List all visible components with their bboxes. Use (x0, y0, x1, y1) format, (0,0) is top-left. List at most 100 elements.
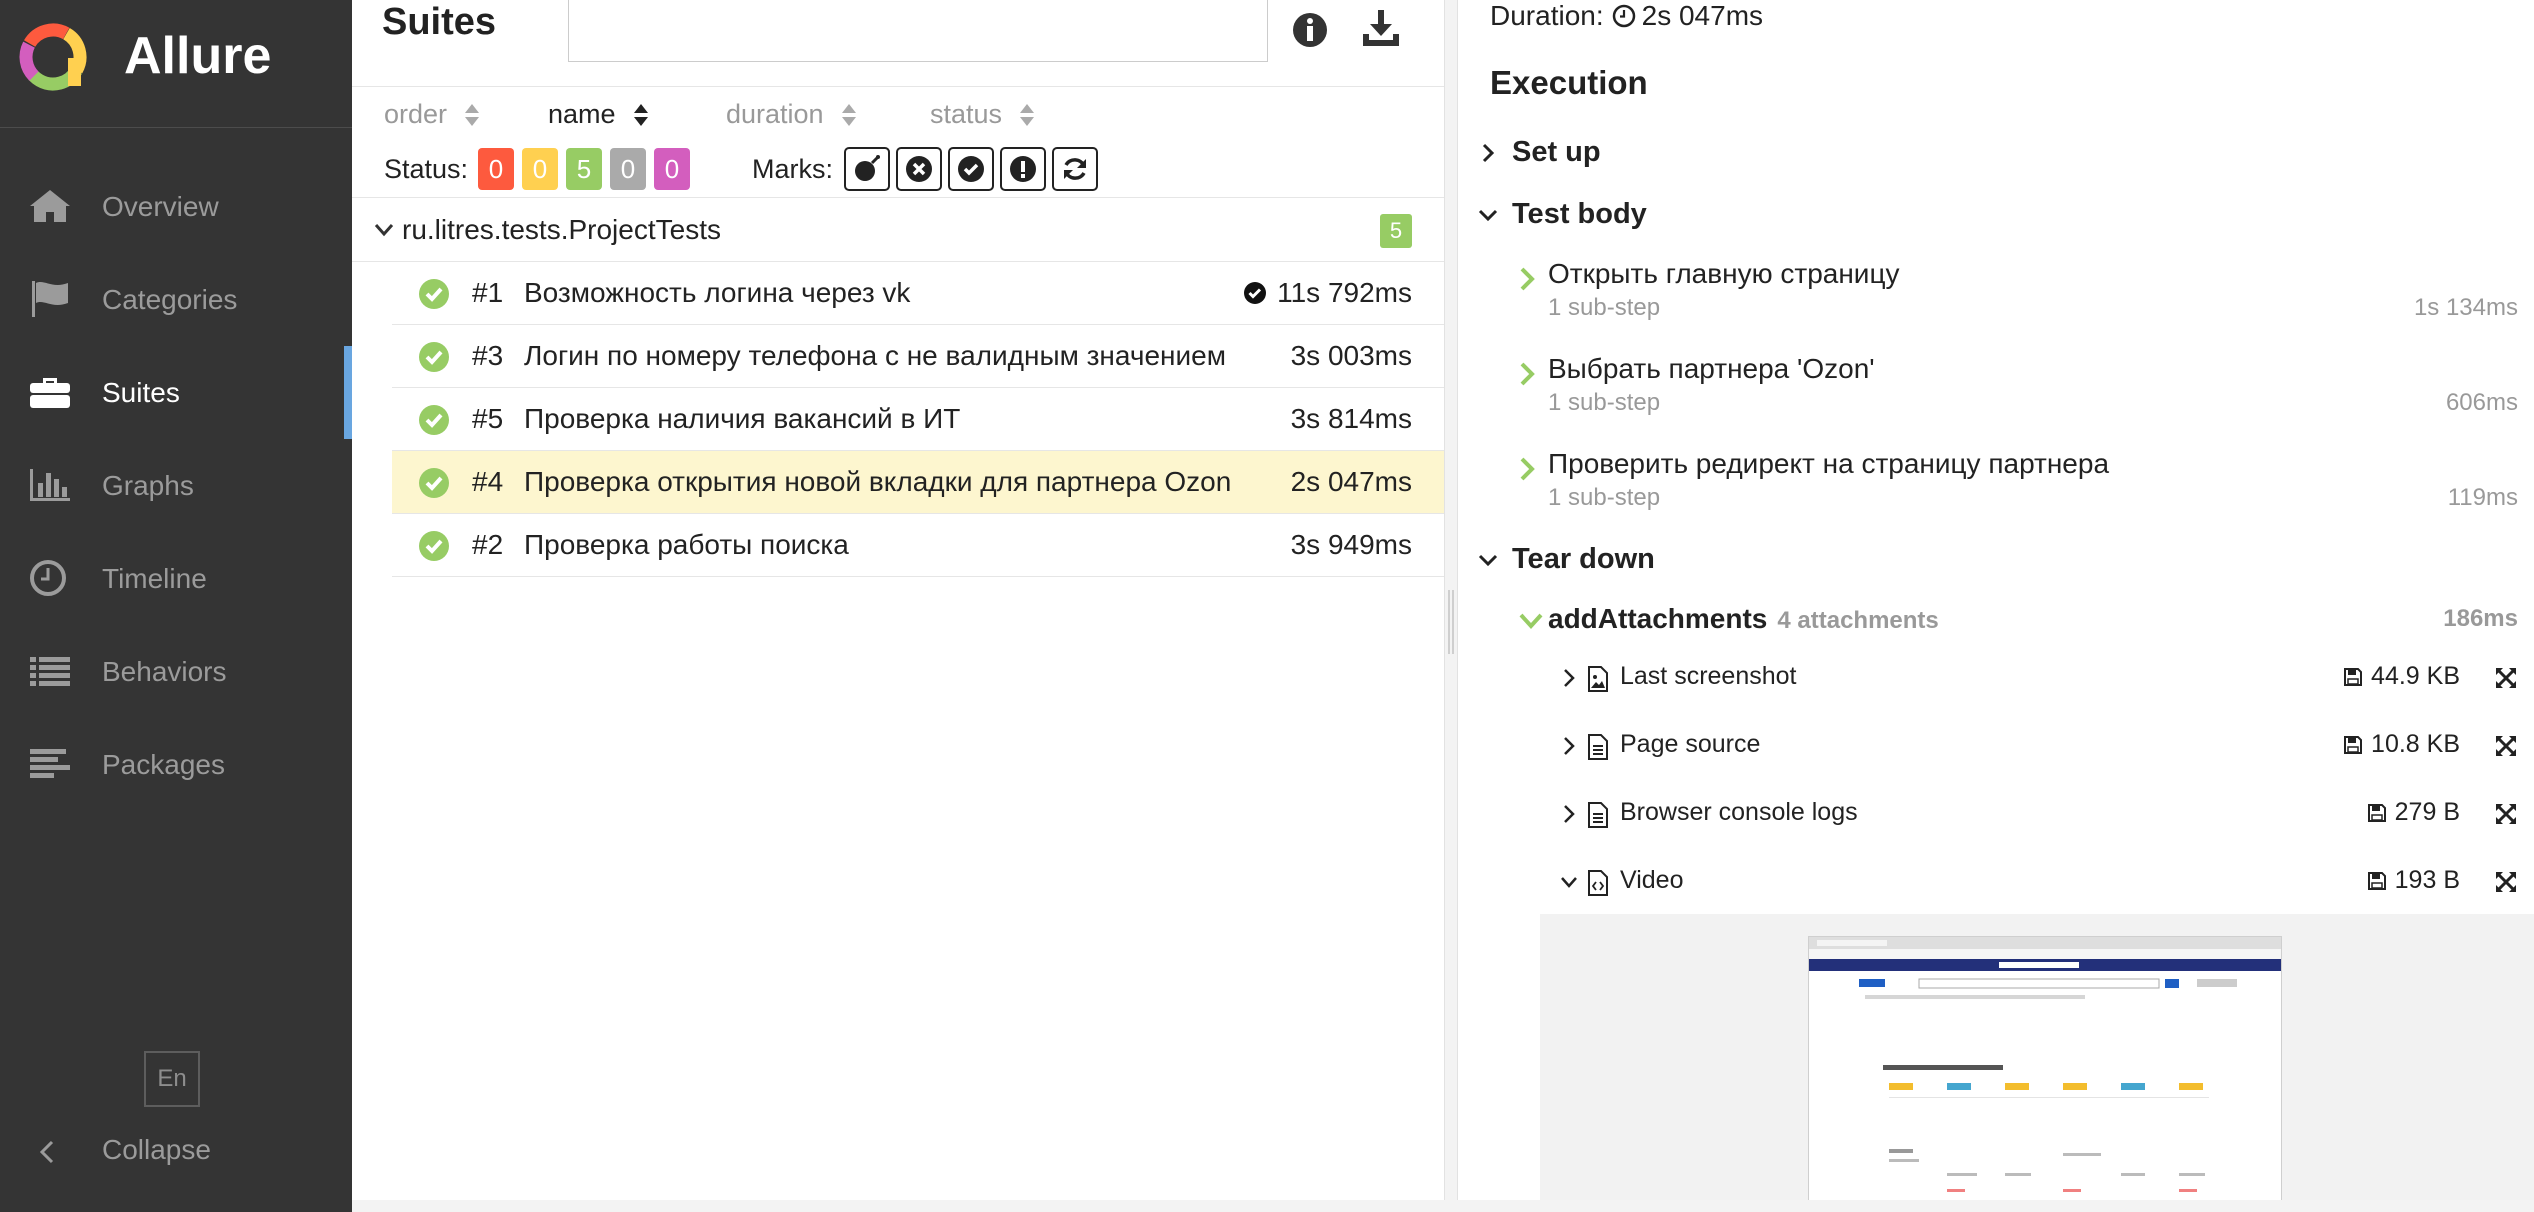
chevron-right-icon (1564, 805, 1575, 823)
text-file-icon (1588, 802, 1608, 828)
attachment-row[interactable]: Page source 10.8 KB (1560, 726, 2518, 770)
status-filter-unknown[interactable]: 0 (654, 148, 690, 190)
sidebar-item-overview[interactable]: Overview (0, 160, 352, 253)
test-name: Возможность логина через vk (524, 277, 911, 308)
attachment-row[interactable]: Last screenshot 44.9 KB (1560, 658, 2518, 702)
step-duration: 119ms (2447, 484, 2518, 511)
expand-icon[interactable] (2494, 870, 2518, 894)
test-row[interactable]: #5 Проверка наличия вакансий в ИТ 3s 814… (392, 388, 1444, 451)
save-icon (2344, 735, 2363, 754)
attachment-name: Browser console logs (1620, 798, 1858, 826)
suite-group-row[interactable]: ru.litres.tests.ProjectTests 5 (352, 200, 1444, 262)
sort-name[interactable]: name (548, 99, 650, 130)
step-name: Проверить редирект на страницу партнера (1548, 448, 2110, 479)
chevron-right-icon (1520, 457, 1535, 481)
sort-status[interactable]: status (930, 99, 1036, 130)
chevron-right-icon (1520, 267, 1535, 291)
search-input[interactable] (568, 0, 1268, 62)
attachment-size: 193 B (2394, 866, 2460, 894)
sidebar-item-label: Suites (102, 376, 180, 408)
sidebar-item-label: Packages (102, 748, 225, 780)
sidebar-item-label: Timeline (102, 562, 207, 594)
status-filter-broken[interactable]: 0 (522, 148, 558, 190)
execution-title: Execution (1490, 64, 1648, 101)
clock-icon (1612, 4, 1635, 28)
setup-label: Set up (1512, 136, 1601, 168)
mark-flaky[interactable] (844, 147, 890, 191)
attachment-size-wrap: 193 B (2367, 866, 2460, 895)
sidebar-item-timeline[interactable]: Timeline (0, 532, 352, 625)
test-number: #5 (472, 403, 504, 434)
clock-icon (30, 560, 66, 596)
chevron-right-icon (1564, 669, 1575, 687)
duration-value: 2s 047ms (1641, 0, 1764, 31)
test-name: Проверка наличия вакансий в ИТ (524, 403, 961, 434)
test-step[interactable]: Проверить редирект на страницу партнера … (1518, 448, 2518, 534)
sidebar-item-packages[interactable]: Packages (0, 718, 352, 811)
test-duration: 3s 814ms (1290, 403, 1412, 434)
test-duration-wrap: 11s 792ms (1243, 277, 1412, 309)
test-step[interactable]: Открыть главную страницу 1 sub-step 1s 1… (1518, 258, 2518, 344)
attachments-step[interactable]: addAttachments 4 attachments 186ms (1518, 603, 2518, 643)
test-row-selected[interactable]: #4 Проверка открытия новой вкладки для п… (392, 451, 1444, 514)
attachment-size-wrap: 279 B (2367, 798, 2460, 827)
language-button[interactable]: En (144, 1051, 200, 1107)
sidebar-item-graphs[interactable]: Graphs (0, 439, 352, 532)
expand-icon[interactable] (2494, 734, 2518, 758)
mark-new-failed[interactable] (896, 147, 942, 191)
save-icon (2367, 871, 2386, 890)
test-row[interactable]: #1 Возможность логина через vk 11s 792ms (392, 262, 1444, 325)
setup-section[interactable]: Set up (1478, 136, 1601, 169)
attachment-size-wrap: 10.8 KB (2343, 730, 2460, 759)
sidebar-nav: Overview Categories Suites Graphs Timeli… (0, 160, 352, 811)
test-body-section[interactable]: Test body (1478, 198, 1647, 231)
video-player[interactable] (1808, 936, 2282, 1200)
chevron-right-icon (1564, 737, 1575, 755)
times-circle-icon (906, 156, 932, 182)
sort-order-label: order (384, 99, 448, 129)
status-filter-skipped[interactable]: 0 (610, 148, 646, 190)
mark-retries[interactable] (1052, 147, 1098, 191)
test-duration: 2s 047ms (1290, 466, 1412, 497)
test-step[interactable]: Выбрать партнера 'Ozon' 1 sub-step 606ms (1518, 353, 2518, 439)
sidebar-item-categories[interactable]: Categories (0, 253, 352, 346)
attachments-step-duration: 186ms (2443, 605, 2518, 632)
sort-duration-label: duration (726, 99, 824, 129)
test-row[interactable]: #3 Логин по номеру телефона с не валидны… (392, 325, 1444, 388)
status-filter-failed[interactable]: 0 (478, 148, 514, 190)
attachments-count: 4 attachments (1777, 607, 1939, 634)
test-row[interactable]: #2 Проверка работы поиска 3s 949ms (392, 514, 1444, 577)
mark-new-passed[interactable] (948, 147, 994, 191)
passed-status-icon (419, 531, 449, 561)
collapse-button[interactable]: Collapse (0, 1128, 352, 1178)
pane-splitter[interactable] (1444, 0, 1458, 1212)
sidebar-item-behaviors[interactable]: Behaviors (0, 625, 352, 718)
test-duration: 3s 949ms (1290, 529, 1412, 560)
sort-duration[interactable]: duration (726, 99, 858, 130)
attachment-row[interactable]: Browser console logs 279 B (1560, 794, 2518, 838)
info-icon[interactable] (1290, 10, 1330, 50)
sidebar-item-suites[interactable]: Suites (0, 346, 352, 439)
image-file-icon (1588, 666, 1608, 692)
attachments-step-name: addAttachments (1548, 603, 1768, 634)
test-body-label: Test body (1512, 198, 1647, 230)
step-substep-count: 1 sub-step (1548, 389, 1661, 416)
brand[interactable]: Allure (0, 0, 352, 128)
exclamation-circle-icon (1010, 156, 1036, 182)
passed-status-icon (419, 468, 449, 498)
mark-new-broken[interactable] (1000, 147, 1046, 191)
sidebar-item-label: Overview (102, 190, 219, 222)
status-filter-passed[interactable]: 5 (566, 148, 602, 190)
expand-icon[interactable] (2494, 666, 2518, 690)
text-file-icon (1588, 734, 1608, 760)
sidebar-item-label: Graphs (102, 469, 194, 501)
filter-bar: Status: 0 0 5 0 0 Marks: (352, 142, 1444, 198)
sidebar-item-label: Categories (102, 283, 238, 315)
teardown-section[interactable]: Tear down (1478, 543, 1655, 576)
expand-icon[interactable] (2494, 802, 2518, 826)
attachment-row-expanded[interactable]: Video 193 B (1560, 862, 2518, 906)
video-frame-thumbnail (1809, 937, 2281, 1192)
check-circle-icon (1244, 282, 1267, 304)
sort-order[interactable]: order (384, 99, 481, 130)
download-icon[interactable] (1360, 8, 1402, 50)
